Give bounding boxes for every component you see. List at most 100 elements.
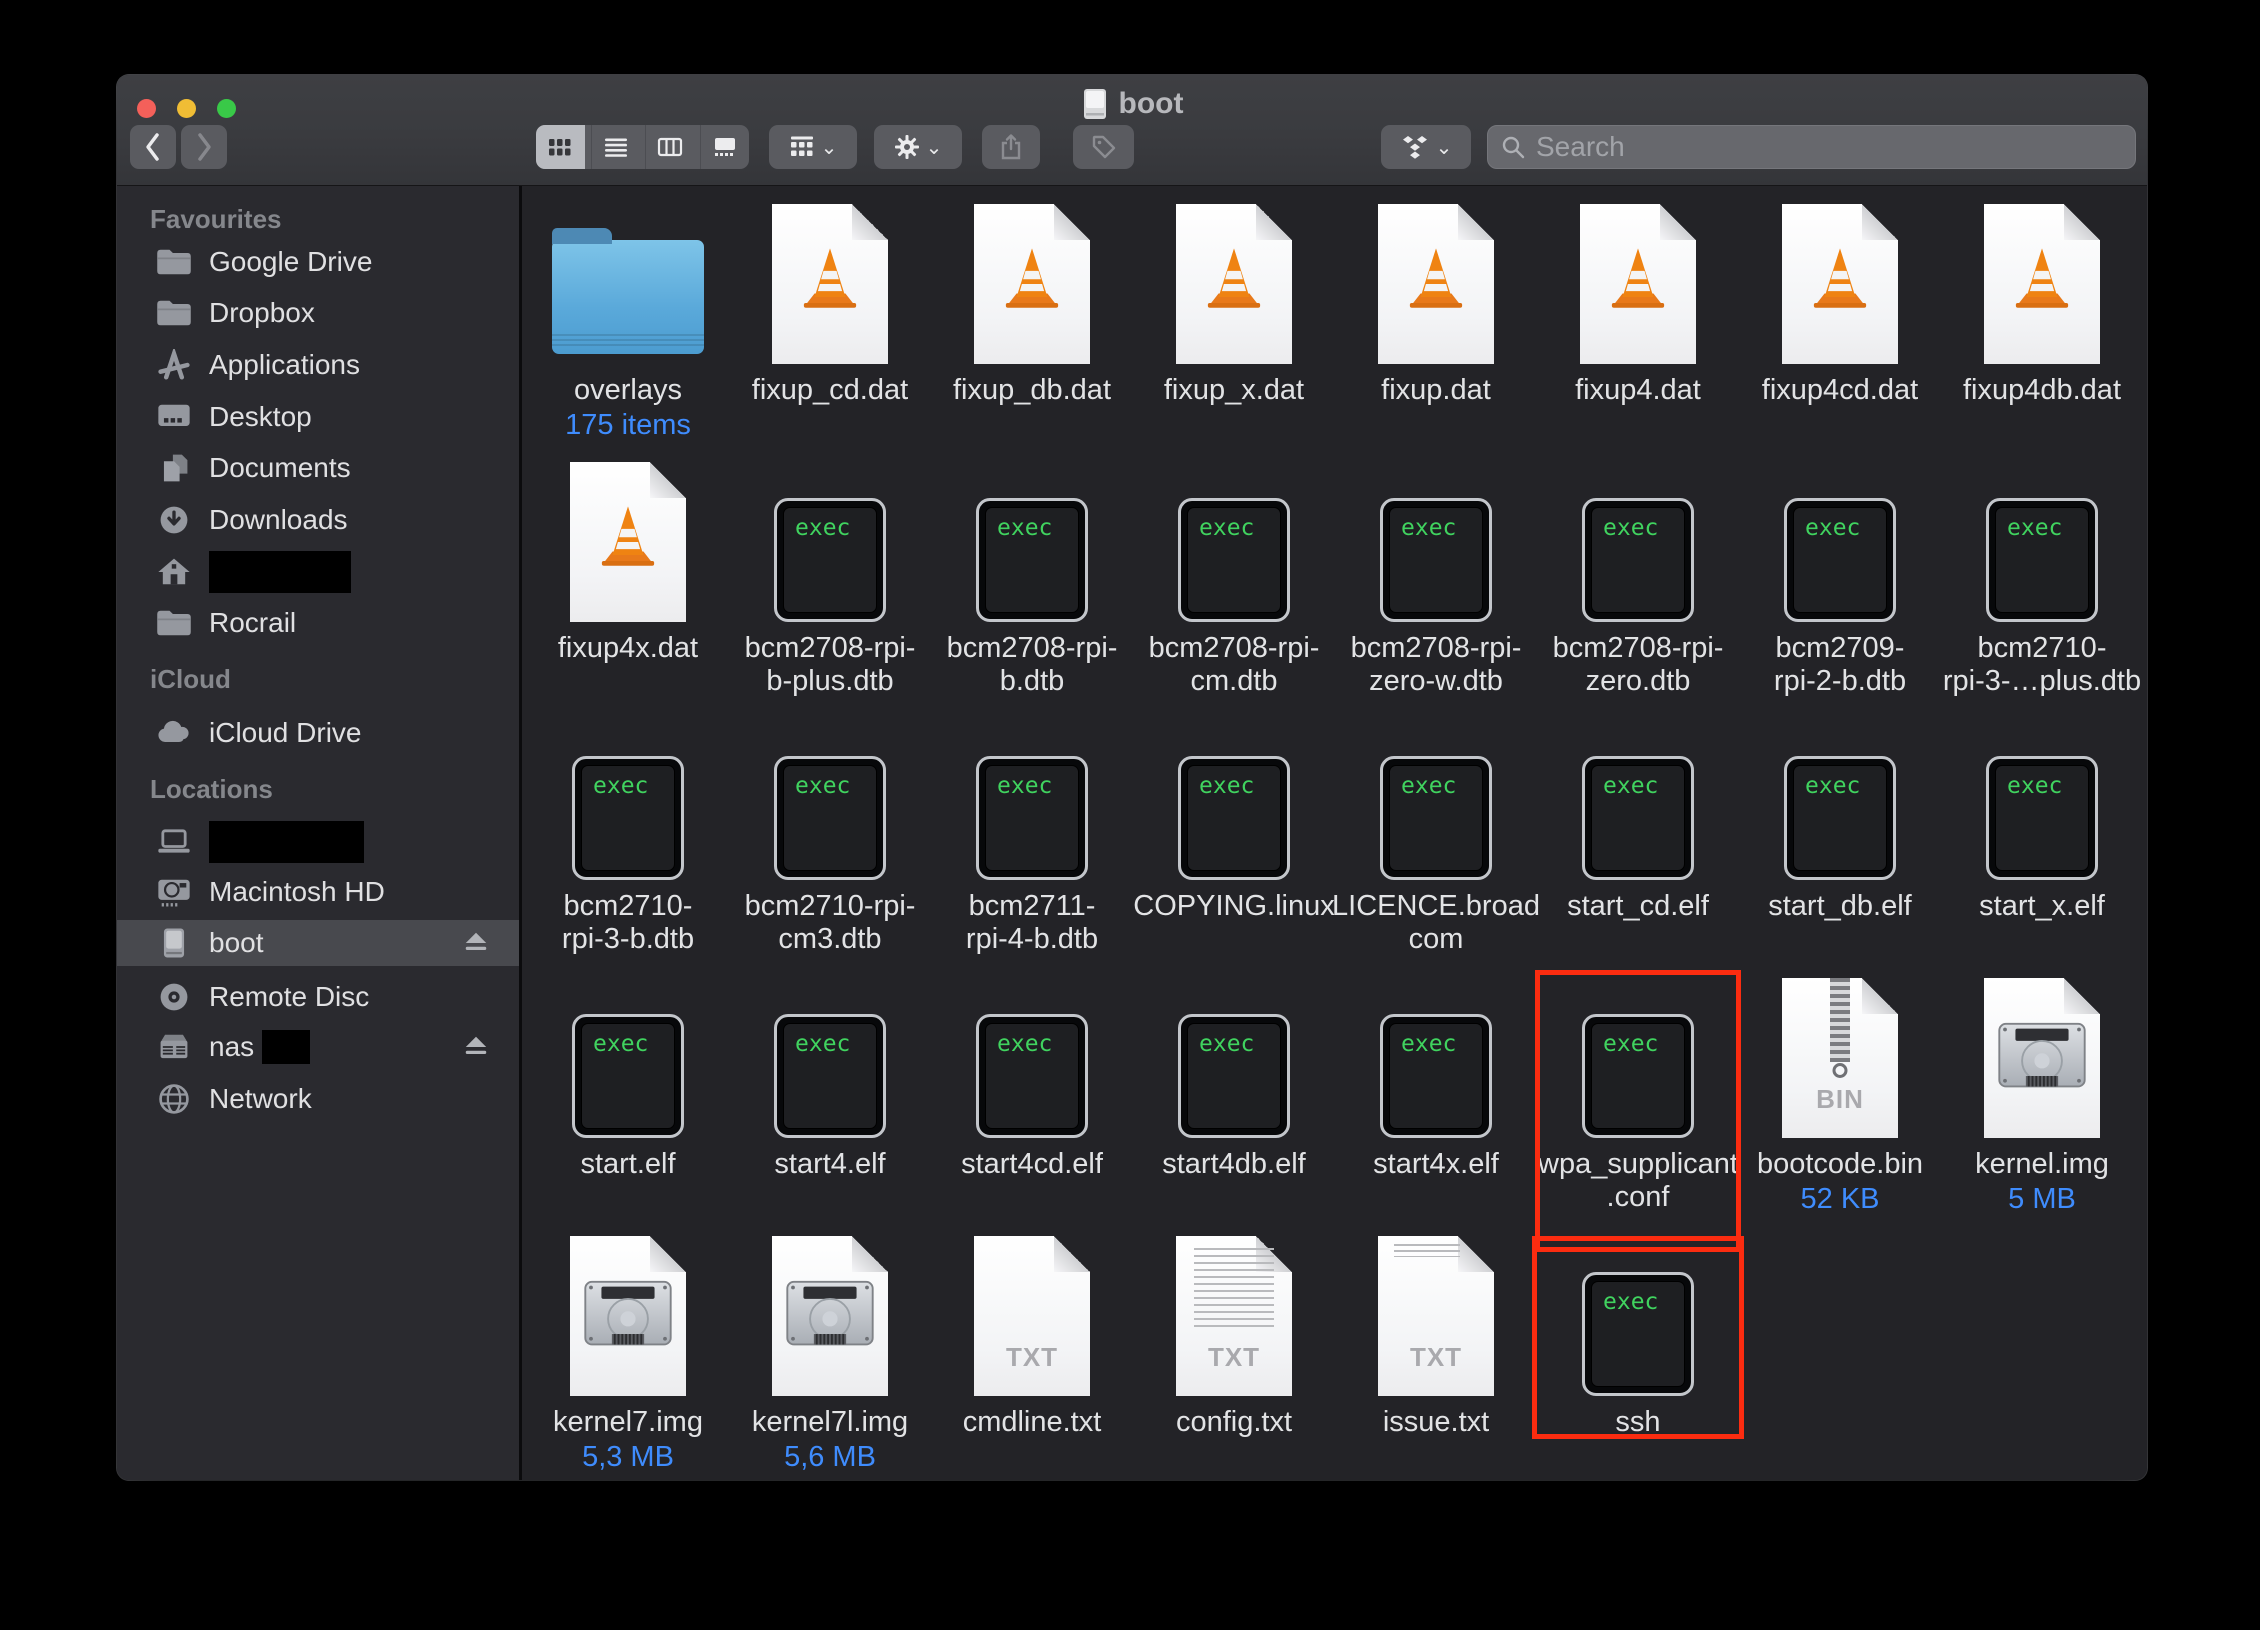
- file-item-fixup4x-dat[interactable]: fixup4x.dat: [527, 454, 729, 712]
- file-item-bcm2710-rpi-3-plus-dtb[interactable]: exec bcm2710-rpi-3-…plus.dtb: [1941, 454, 2143, 712]
- eject-icon[interactable]: [461, 1034, 491, 1060]
- view-grid-button[interactable]: [536, 125, 585, 169]
- sidebar-item-boot[interactable]: boot: [117, 920, 519, 966]
- cloud-icon: [155, 717, 193, 749]
- traffic-cone-icon: [792, 242, 868, 314]
- file-item-start-elf[interactable]: exec start.elf: [527, 970, 729, 1228]
- page-fold: [852, 204, 888, 240]
- sidebar-item-desktop[interactable]: Desktop: [117, 394, 519, 440]
- chevron-left-icon: [143, 132, 163, 162]
- action-menu-button[interactable]: ⌄: [874, 125, 962, 169]
- gear-icon: [894, 134, 920, 160]
- hard-drive-graphic: [580, 1279, 676, 1353]
- sidebar-item-remote-disc[interactable]: Remote Disc: [117, 974, 519, 1020]
- sidebar-item-rocrail[interactable]: Rocrail: [117, 600, 519, 646]
- file-item-fixup-dat[interactable]: fixup.dat: [1335, 196, 1537, 454]
- search-field[interactable]: [1487, 125, 2136, 169]
- sidebar-item-nas[interactable]: nas: [117, 1024, 519, 1070]
- sidebar-item-documents[interactable]: Documents: [117, 445, 519, 491]
- file-item-wpa_supplicant-conf[interactable]: exec wpa_supplicant.conf: [1537, 970, 1739, 1228]
- file-item-bootcode-bin[interactable]: BIN bootcode.bin 52 KB: [1739, 970, 1941, 1228]
- file-browser-content: overlays 175 items fixup_cd.dat fixup_db…: [522, 186, 2147, 1480]
- search-icon: [1500, 134, 1526, 160]
- internal-drive-icon: [155, 876, 193, 908]
- vlc-document-icon: [1984, 204, 2100, 364]
- file-item-start4db-elf[interactable]: exec start4db.elf: [1133, 970, 1335, 1228]
- file-item-bcm2709-rpi-2-b-dtb[interactable]: exec bcm2709-rpi-2-b.dtb: [1739, 454, 1941, 712]
- file-item-bcm2710-rpi-3-b-dtb[interactable]: exec bcm2710-rpi-3-b.dtb: [527, 712, 729, 970]
- gallery-view-icon: [712, 136, 738, 158]
- share-button[interactable]: [982, 125, 1040, 169]
- view-columns-button[interactable]: [645, 125, 694, 169]
- exec-file-icon: exec: [1582, 756, 1694, 880]
- tag-button[interactable]: [1073, 125, 1134, 169]
- sidebar-item-macintosh-hd[interactable]: Macintosh HD: [117, 869, 519, 915]
- file-item-bcm2708-rpi-cm-dtb[interactable]: exec bcm2708-rpi-cm.dtb: [1133, 454, 1335, 712]
- file-item-fixup_x-dat[interactable]: fixup_x.dat: [1133, 196, 1335, 454]
- file-item-copying-linux[interactable]: exec COPYING.linux: [1133, 712, 1335, 970]
- sidebar-item-downloads[interactable]: Downloads: [117, 497, 519, 543]
- sidebar-item-applications[interactable]: Applications: [117, 342, 519, 388]
- group-by-button[interactable]: ⌄: [769, 125, 857, 169]
- back-button[interactable]: [130, 125, 176, 169]
- file-item-fixup_db-dat[interactable]: fixup_db.dat: [931, 196, 1133, 454]
- forward-button[interactable]: [181, 125, 227, 169]
- search-input[interactable]: [1536, 131, 2123, 163]
- text-document-icon: TXT: [974, 1236, 1090, 1396]
- vlc-document-icon: [1378, 204, 1494, 364]
- eject-icon[interactable]: [461, 930, 491, 956]
- share-icon: [999, 133, 1023, 161]
- sidebar-item-network[interactable]: Network: [117, 1076, 519, 1122]
- file-size: 5 MB: [2008, 1183, 2076, 1216]
- sidebar-item-dropbox[interactable]: Dropbox: [117, 290, 519, 336]
- file-item-bcm2708-rpi-zero-dtb[interactable]: exec bcm2708-rpi-zero.dtb: [1537, 454, 1739, 712]
- file-item-fixup4cd-dat[interactable]: fixup4cd.dat: [1739, 196, 1941, 454]
- file-item-start_db-elf[interactable]: exec start_db.elf: [1739, 712, 1941, 970]
- file-item-fixup_cd-dat[interactable]: fixup_cd.dat: [729, 196, 931, 454]
- grid-view-icon: [547, 136, 573, 158]
- file-item-licence-broadcom[interactable]: exec LICENCE.broadcom: [1335, 712, 1537, 970]
- file-item-config-txt[interactable]: TXT config.txt: [1133, 1228, 1335, 1480]
- file-item-start4-elf[interactable]: exec start4.elf: [729, 970, 931, 1228]
- finder-window: boot ⌄ ⌄: [117, 75, 2147, 1480]
- exec-file-icon: exec: [1784, 498, 1896, 622]
- sidebar-item-icloud-drive[interactable]: iCloud Drive: [117, 710, 519, 756]
- file-item-bcm2708-rpi-zero-w-dtb[interactable]: exec bcm2708-rpi-zero-w.dtb: [1335, 454, 1537, 712]
- sidebar-item-google-drive[interactable]: Google Drive: [117, 239, 519, 285]
- file-item-start4x-elf[interactable]: exec start4x.elf: [1335, 970, 1537, 1228]
- file-item-cmdline-txt[interactable]: TXT cmdline.txt: [931, 1228, 1133, 1480]
- file-item-kernel7-img[interactable]: kernel7.img 5,3 MB: [527, 1228, 729, 1480]
- file-item-issue-txt[interactable]: TXT issue.txt: [1335, 1228, 1537, 1480]
- file-item-ssh[interactable]: exec ssh: [1537, 1228, 1739, 1480]
- chevron-down-icon: ⌄: [1436, 135, 1453, 160]
- exec-file-icon: exec: [774, 1014, 886, 1138]
- file-item-overlays[interactable]: overlays 175 items: [527, 196, 729, 454]
- file-item-fixup4db-dat[interactable]: fixup4db.dat: [1941, 196, 2143, 454]
- text-lines-graphic: [1394, 1244, 1460, 1257]
- file-item-bcm2708-rpi-b-dtb[interactable]: exec bcm2708-rpi-b.dtb: [931, 454, 1133, 712]
- file-item-bcm2708-rpi-b-plus-dtb[interactable]: exec bcm2708-rpi-b-plus.dtb: [729, 454, 931, 712]
- file-item-start_cd-elf[interactable]: exec start_cd.elf: [1537, 712, 1739, 970]
- vlc-document-icon: [974, 204, 1090, 364]
- view-gallery-button[interactable]: [700, 125, 749, 169]
- disk-image-icon: [1984, 978, 2100, 1138]
- exec-file-icon: exec: [1582, 1014, 1694, 1138]
- sidebar-section-locations: Locations: [150, 774, 273, 805]
- traffic-cone-icon: [1802, 242, 1878, 314]
- file-item-fixup4-dat[interactable]: fixup4.dat: [1537, 196, 1739, 454]
- file-item-start4cd-elf[interactable]: exec start4cd.elf: [931, 970, 1133, 1228]
- file-item-bcm2710-rpi-cm3-dtb[interactable]: exec bcm2710-rpi-cm3.dtb: [729, 712, 931, 970]
- view-list-button[interactable]: [591, 125, 640, 169]
- text-document-icon: TXT: [1176, 1236, 1292, 1396]
- file-item-kernel7l-img[interactable]: kernel7l.img 5,6 MB: [729, 1228, 931, 1480]
- documents-icon: [155, 452, 193, 484]
- external-drive-icon: [155, 927, 193, 959]
- sidebar-item-laptop-redacted[interactable]: [117, 819, 519, 865]
- file-item-kernel-img[interactable]: kernel.img 5 MB: [1941, 970, 2143, 1228]
- dropbox-button[interactable]: ⌄: [1381, 125, 1471, 169]
- file-item-bcm2711-rpi-4-b-dtb[interactable]: exec bcm2711-rpi-4-b.dtb: [931, 712, 1133, 970]
- sidebar-item-home-redacted[interactable]: [117, 549, 519, 595]
- file-item-start_x-elf[interactable]: exec start_x.elf: [1941, 712, 2143, 970]
- file-size: 5,3 MB: [582, 1441, 674, 1474]
- traffic-cone-icon: [2004, 242, 2080, 314]
